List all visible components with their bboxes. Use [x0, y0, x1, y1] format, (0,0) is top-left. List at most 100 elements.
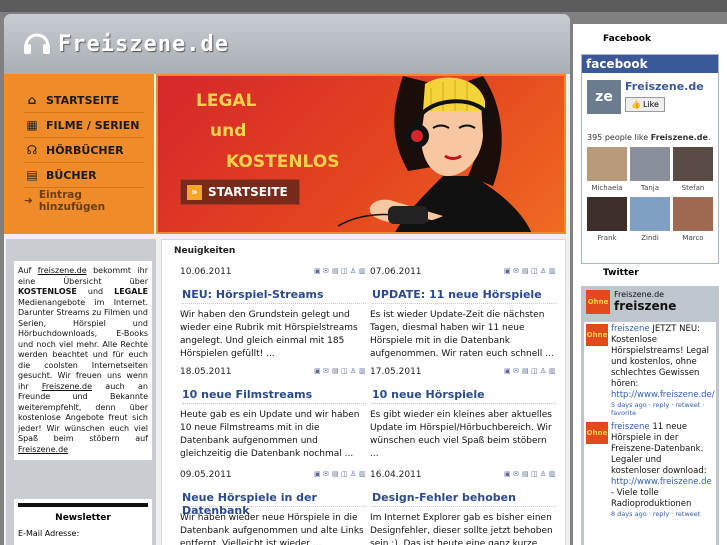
tweet-body-after: - Viele tolle Radioproduktionen: [611, 488, 692, 509]
headphones-icon: ☊: [26, 143, 38, 157]
tweet-user-link[interactable]: freiszene: [611, 422, 650, 432]
friend-avatar[interactable]: [673, 147, 713, 181]
nav-item-hoerbuecher[interactable]: ☊ HÖRBÜCHER: [24, 138, 144, 163]
like-count-suffix: .: [707, 133, 711, 142]
site-link[interactable]: Freiszene.de: [18, 445, 68, 454]
article-title[interactable]: Design-Fehler behoben: [372, 491, 556, 507]
thumbs-up-icon: 👍: [631, 100, 641, 109]
tweet-avatar[interactable]: Ohne: [586, 324, 608, 346]
pdf-icon[interactable]: ▤: [332, 267, 339, 275]
stats-icon[interactable]: ▥: [359, 367, 366, 375]
facebook-friend[interactable]: Marco: [673, 197, 713, 245]
facebook-page-name[interactable]: Freiszene.de: [625, 80, 704, 93]
stats-icon[interactable]: ▥: [549, 267, 556, 275]
article-title[interactable]: Neue Hörspiele in der Datenbank: [182, 491, 366, 517]
friend-avatar[interactable]: [673, 197, 713, 231]
article-title[interactable]: 10 neue Filmstreams: [182, 388, 366, 404]
friend-avatar[interactable]: [630, 147, 670, 181]
stats-icon[interactable]: ▥: [359, 267, 366, 275]
article-tools: ▣ ✉ ▤ ◫ ♙ ▥: [314, 267, 366, 275]
facebook-friend[interactable]: Frank: [587, 197, 627, 245]
pdf-icon[interactable]: ▤: [522, 470, 529, 478]
comment-icon[interactable]: ◫: [341, 470, 348, 478]
nav-item-filme-serien[interactable]: ▦ FILME / SERIEN: [24, 113, 144, 138]
comment-icon[interactable]: ◫: [531, 267, 538, 275]
article-title[interactable]: UPDATE: 11 neue Hörspiele: [372, 288, 556, 304]
comment-icon[interactable]: ◫: [531, 367, 538, 375]
friend-avatar[interactable]: [587, 147, 627, 181]
facebook-friend[interactable]: Tanja: [630, 147, 670, 195]
print-icon[interactable]: ▣: [314, 267, 321, 275]
friend-name: Frank: [597, 234, 617, 242]
comment-icon[interactable]: ◫: [531, 470, 538, 478]
facebook-friend[interactable]: Stefan: [673, 147, 713, 195]
print-icon[interactable]: ▣: [314, 367, 321, 375]
friend-avatar[interactable]: [630, 197, 670, 231]
print-icon[interactable]: ▣: [504, 267, 511, 275]
comment-icon[interactable]: ◫: [341, 267, 348, 275]
print-icon[interactable]: ▣: [504, 470, 511, 478]
friend-avatar[interactable]: [587, 197, 627, 231]
facebook-brand[interactable]: facebook: [582, 55, 718, 73]
pdf-icon[interactable]: ▤: [332, 470, 339, 478]
article-body: Es gibt wieder ein kleines aber aktuelle…: [370, 410, 552, 459]
site-logo[interactable]: Freiszene.de: [22, 28, 229, 60]
hero-banner[interactable]: LEGAL und KOSTENLOS » STARTSEITE: [156, 74, 566, 234]
nav-item-buecher[interactable]: ▤ BÜCHER: [24, 163, 144, 188]
like-count-text: 395 people like: [587, 133, 649, 142]
print-icon[interactable]: ▣: [504, 367, 511, 375]
nav-item-startseite[interactable]: ⌂ STARTSEITE: [24, 88, 144, 113]
mail-icon[interactable]: ✉: [323, 367, 330, 375]
tweet-meta[interactable]: 5 days ago · reply · retweet · favorite: [611, 401, 711, 417]
article-title[interactable]: 10 neue Hörspiele: [372, 388, 556, 404]
pdf-icon[interactable]: ▤: [522, 367, 529, 375]
user-icon[interactable]: ♙: [350, 470, 357, 478]
user-icon[interactable]: ♙: [350, 267, 357, 275]
user-icon[interactable]: ♙: [350, 367, 357, 375]
print-icon[interactable]: ▣: [314, 470, 321, 478]
stats-icon[interactable]: ▥: [359, 470, 366, 478]
tweet-avatar[interactable]: Ohne: [586, 422, 608, 444]
facebook-like-button[interactable]: 👍 Like: [625, 97, 665, 112]
pdf-icon[interactable]: ▤: [522, 267, 529, 275]
add-entry-link[interactable]: ➜ Eintrag hinzufügen: [24, 188, 144, 213]
comment-icon[interactable]: ◫: [341, 367, 348, 375]
banner-line-legal: LEGAL: [196, 91, 257, 111]
user-icon[interactable]: ♙: [540, 267, 547, 275]
article-tools: ▣ ✉ ▤ ◫ ♙ ▥: [314, 367, 366, 375]
facebook-page-logo[interactable]: ze: [587, 80, 621, 114]
facebook-friend[interactable]: Zindi: [630, 197, 670, 245]
user-icon[interactable]: ♙: [540, 367, 547, 375]
site-link[interactable]: freiszene.de: [38, 266, 87, 275]
mail-icon[interactable]: ✉: [513, 470, 520, 478]
twitter-header: Ohne Freiszene.de freiszene: [586, 290, 676, 314]
nav-item-label: HÖRBÜCHER: [46, 143, 124, 157]
friend-name: Michaela: [591, 184, 623, 192]
facebook-friend[interactable]: Michaela: [587, 147, 627, 195]
tweet-link[interactable]: http://www.freiszene.de: [611, 477, 712, 487]
pdf-icon[interactable]: ▤: [332, 367, 339, 375]
tweet-meta[interactable]: 8 days ago · reply · retweet: [611, 510, 711, 518]
banner-startseite-button[interactable]: » STARTSEITE: [180, 179, 300, 205]
site-link[interactable]: Freiszene.de: [42, 382, 92, 391]
stats-icon[interactable]: ▥: [549, 367, 556, 375]
book-icon: ▤: [26, 168, 38, 182]
mail-icon[interactable]: ✉: [323, 267, 330, 275]
twitter-avatar[interactable]: Ohne: [586, 290, 610, 314]
mail-icon[interactable]: ✉: [513, 267, 520, 275]
article-title[interactable]: NEU: Hörspiel-Streams: [182, 288, 366, 304]
mail-icon[interactable]: ✉: [513, 367, 520, 375]
nav-item-label: STARTSEITE: [46, 93, 120, 107]
mail-icon[interactable]: ✉: [323, 470, 330, 478]
twitter-handle[interactable]: freiszene: [614, 299, 676, 313]
user-icon[interactable]: ♙: [540, 470, 547, 478]
right-column: Facebook facebook ze Freiszene.de 👍 Like…: [573, 24, 727, 545]
banner-button-label: STARTSEITE: [208, 185, 288, 199]
stats-icon[interactable]: ▥: [549, 470, 556, 478]
article-tools: ▣ ✉ ▤ ◫ ♙ ▥: [504, 470, 556, 478]
tweet-link[interactable]: http://www.freiszene.de/: [611, 390, 715, 400]
news-section: Neuigkeiten 10.06.2011 ▣ ✉ ▤ ◫ ♙ ▥ NEU: Hörsp…: [161, 239, 566, 545]
tweet-list: Ohne freiszene JETZT NEU: Kostenlose Hör…: [584, 322, 716, 545]
tweet: Ohne freiszene 11 neue Hörspiele in der …: [586, 422, 712, 518]
tweet-user-link[interactable]: freiszene: [611, 324, 650, 334]
